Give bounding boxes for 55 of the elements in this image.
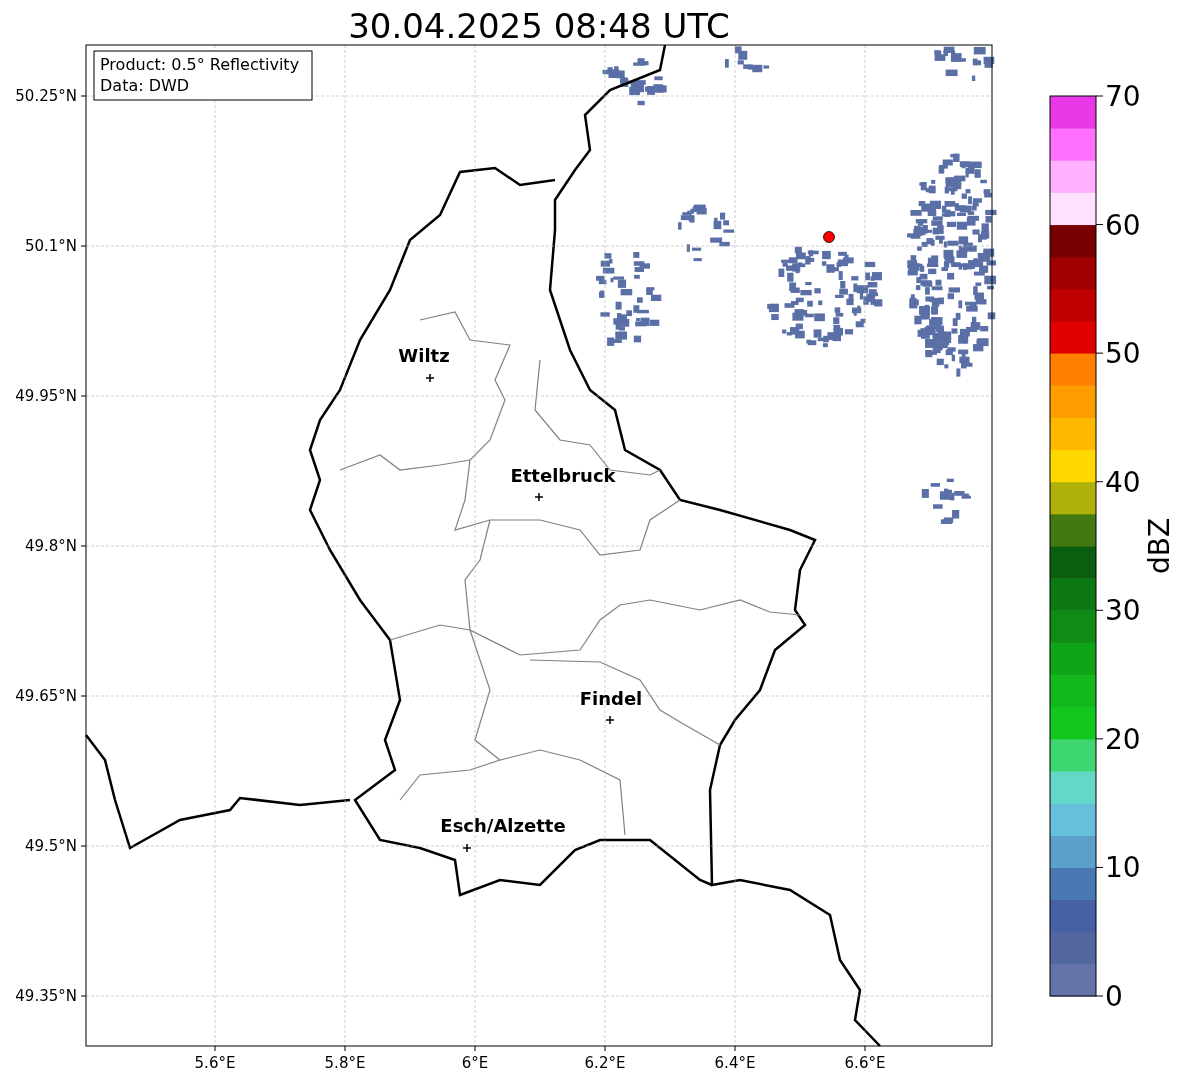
axis-tick [80, 95, 87, 97]
axis-tick [80, 395, 87, 397]
axis-tick [1095, 738, 1104, 740]
radar-site-icon [823, 231, 835, 243]
city-label: Wiltz [398, 345, 450, 366]
axis-tick [1095, 481, 1104, 483]
city-marker-icon [462, 843, 472, 853]
axis-tick-label: 49.95°N [15, 387, 77, 405]
city-label: Findel [579, 688, 643, 709]
axis-tick-label: 6.2°E [584, 1054, 626, 1072]
axis-tick [864, 1045, 866, 1052]
colorbar-tick-label: 30 [1105, 594, 1141, 628]
axis-tick [1095, 352, 1104, 354]
axis-tick [80, 845, 87, 847]
chart-title: 30.04.2025 08:48 UTC [348, 6, 730, 46]
colorbar-tick-label: 40 [1105, 465, 1141, 499]
colorbar-tick-label: 60 [1105, 208, 1141, 242]
colorbar-tick-label: 20 [1105, 722, 1141, 756]
axis-tick [1095, 95, 1104, 97]
axis-tick [1095, 866, 1104, 868]
axis-tick [604, 1045, 606, 1052]
axis-tick-label: 6°E [461, 1054, 489, 1072]
axis-tick [1095, 995, 1104, 997]
axis-tick [80, 995, 87, 997]
axis-tick-label: 6.4°E [714, 1054, 756, 1072]
axis-tick-label: 5.6°E [194, 1054, 236, 1072]
axis-tick [1095, 609, 1104, 611]
axis-tick [80, 245, 87, 247]
city-marker-icon [534, 492, 544, 502]
axis-tick [214, 1045, 216, 1052]
colorbar-tick-label: 70 [1105, 80, 1141, 113]
axis-tick [344, 1045, 346, 1052]
axis-tick [734, 1045, 736, 1052]
axis-tick [80, 545, 87, 547]
info-text: Product: 0.5° Reflectivity [100, 55, 300, 74]
axis-tick-label: 5.8°E [324, 1054, 366, 1072]
axis-tick [80, 695, 87, 697]
colorbar-tick-label: 10 [1105, 851, 1141, 885]
axis-tick-label: 49.65°N [15, 687, 77, 705]
city-label: Ettelbruck [510, 465, 616, 486]
axis-tick-label: 50.1°N [24, 237, 77, 255]
city-marker-icon [425, 373, 435, 383]
axis-tick-label: 49.5°N [24, 837, 77, 855]
info-text: Data: DWD [100, 76, 190, 95]
city-marker-icon [605, 715, 615, 725]
axis-tick-label: 49.35°N [15, 987, 77, 1005]
colorbar-label: dBZ [1143, 517, 1176, 575]
city-label: Esch/Alzette [440, 815, 566, 836]
axis-tick-label: 49.8°N [24, 537, 77, 555]
axis-tick-label: 50.25°N [15, 87, 77, 105]
colorbar-tick-label: 0 [1105, 980, 1123, 1013]
axis-tick [1095, 224, 1104, 226]
axis-tick-label: 6.6°E [844, 1054, 886, 1072]
colorbar-tick-label: 50 [1105, 337, 1141, 371]
axis-tick [474, 1045, 476, 1052]
